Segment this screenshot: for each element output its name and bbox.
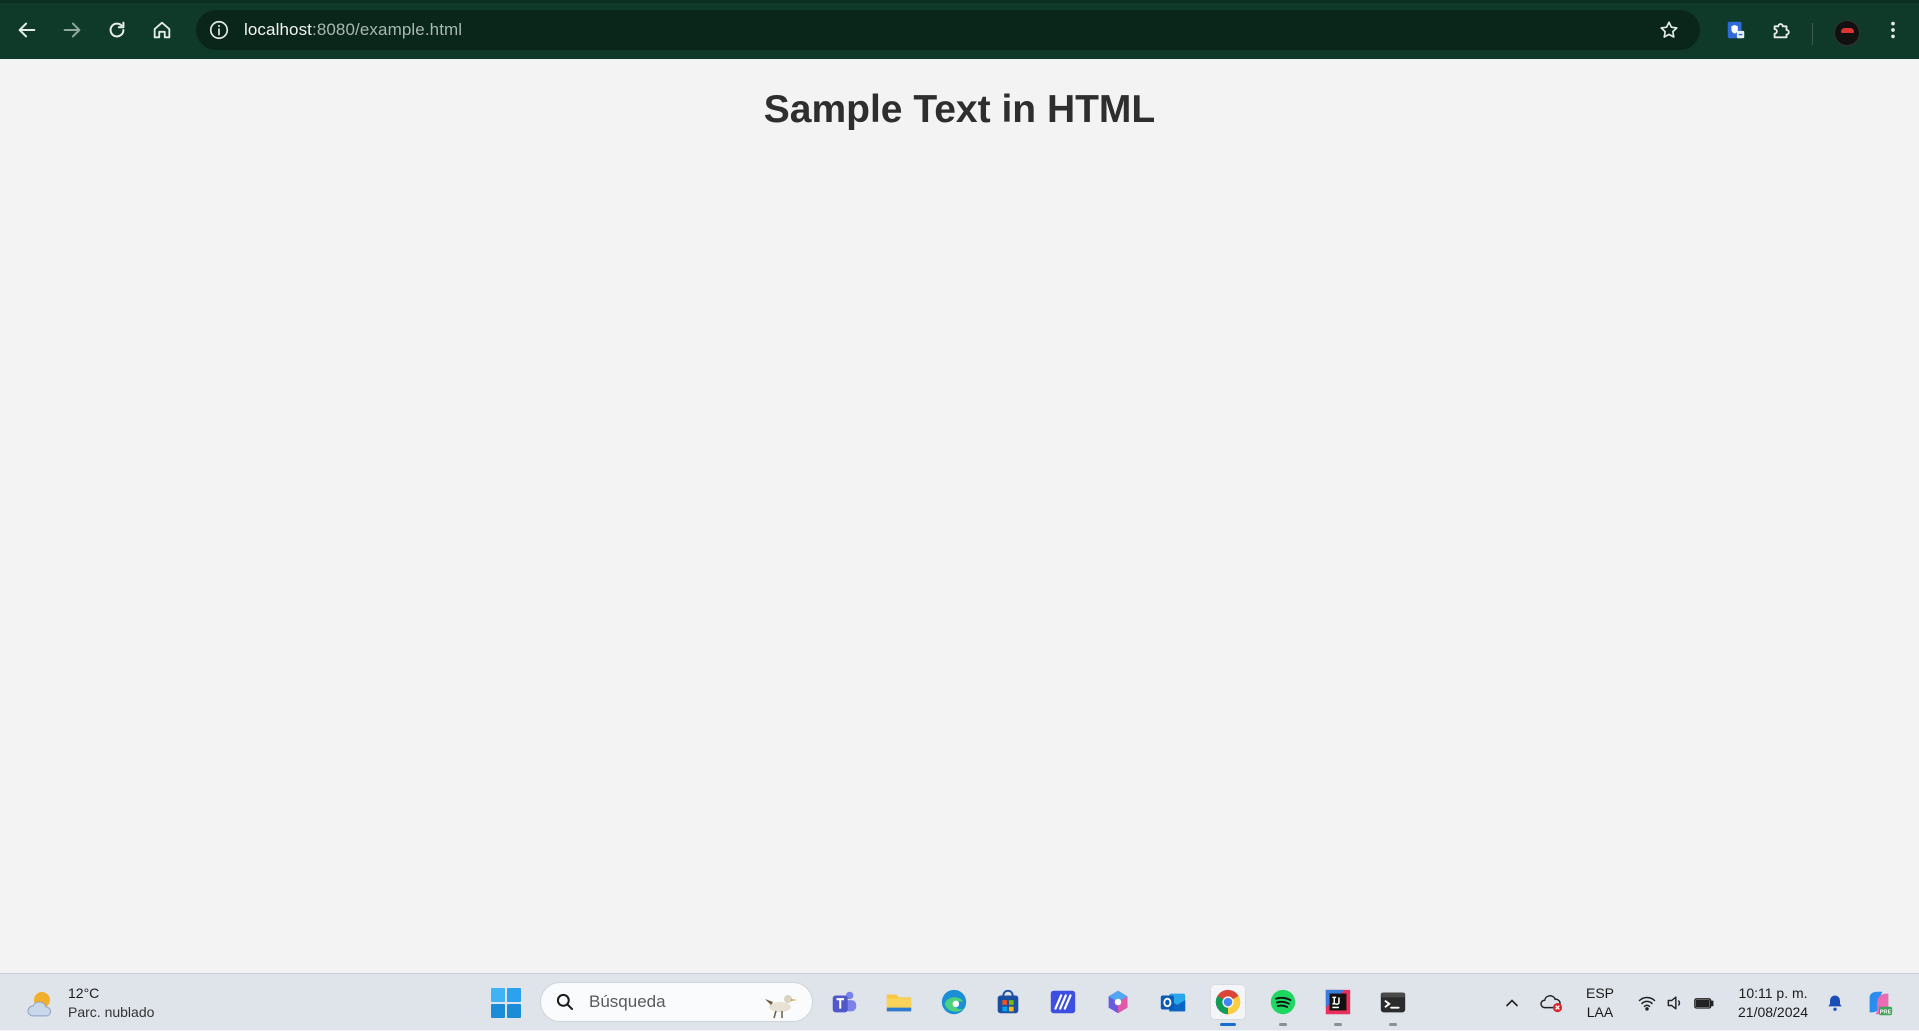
partly-cloudy-icon: [22, 985, 58, 1021]
url-text[interactable]: localhost:8080/example.html: [244, 20, 462, 40]
spotify-icon: [1270, 989, 1296, 1015]
intellij-icon: [1325, 989, 1351, 1015]
volume-icon: [1667, 995, 1681, 1010]
terminal-icon: [1380, 992, 1406, 1013]
page-viewport: Sample Text in HTML: [0, 59, 1919, 973]
url-host: localhost: [244, 20, 312, 39]
battery-icon: [1694, 997, 1714, 1009]
chevron-up-icon: [1506, 998, 1518, 1006]
edge-icon: [941, 989, 967, 1015]
home-icon: [153, 21, 171, 39]
clock-date: 21/08/2024: [1738, 1003, 1809, 1020]
outlook-icon: [1160, 993, 1186, 1012]
wifi-icon: [1638, 996, 1656, 1011]
show-hidden-icons-button[interactable]: [1502, 974, 1522, 1031]
weather-widget[interactable]: 12°C Parc. nublado: [22, 984, 154, 1022]
back-button[interactable]: [9, 12, 45, 48]
folder-icon: [886, 994, 912, 1012]
running-app-indicator: [1334, 1023, 1342, 1026]
browser-toolbar: localhost:8080/example.html: [0, 0, 1919, 59]
windows-taskbar: 12°C Parc. nublado Búsqueda ESP LAA 10:1…: [0, 973, 1919, 1030]
language-code: ESP: [1586, 984, 1615, 1001]
reload-icon: [109, 21, 125, 38]
toolbar-separator: [1812, 23, 1813, 45]
teams-icon: [832, 991, 857, 1013]
active-app-indicator: [1220, 1023, 1236, 1026]
search-placeholder: Búsqueda: [589, 992, 666, 1011]
extensions-puzzle-icon: [1773, 23, 1790, 39]
more-menu-icon: [1891, 21, 1895, 39]
copilot-tray-button[interactable]: PRE: [1864, 974, 1894, 1031]
forward-icon: [63, 22, 81, 38]
taskbar-app-outlook[interactable]: [1155, 984, 1191, 1020]
taskbar-app-copilot[interactable]: [1100, 984, 1136, 1020]
taskbar-app-store[interactable]: [990, 984, 1026, 1020]
notifications-button[interactable]: [1825, 974, 1845, 1031]
home-button[interactable]: [144, 12, 180, 48]
profile-avatar[interactable]: [1834, 20, 1860, 46]
taskbar-app-intellij[interactable]: [1320, 984, 1356, 1026]
taskbar-app-edge[interactable]: [936, 984, 972, 1020]
svg-text:PRE: PRE: [1880, 1009, 1892, 1015]
chrome-icon: [1215, 989, 1241, 1015]
taskbar-app-terminal[interactable]: [1375, 984, 1411, 1026]
taskbar-app-spotify[interactable]: [1265, 984, 1301, 1026]
forward-button[interactable]: [54, 12, 90, 48]
taskbar-search[interactable]: Búsqueda: [540, 982, 813, 1022]
keyboard-layout: LAA: [1586, 1003, 1614, 1020]
weather-temp: 12°C: [68, 985, 100, 1001]
bell-icon: [1828, 995, 1842, 1011]
start-button[interactable]: [491, 988, 521, 1018]
clock-time: 10:11 p. m.: [1738, 984, 1808, 1001]
clock[interactable]: 10:11 p. m. 21/08/2024: [1738, 974, 1808, 1031]
windows-logo-icon: [491, 988, 505, 1002]
extensions-button[interactable]: [1763, 12, 1799, 48]
running-app-indicator: [1279, 1023, 1287, 1026]
network-volume-battery[interactable]: [1637, 974, 1715, 1031]
input-language-indicator[interactable]: ESP LAA: [1586, 974, 1614, 1031]
copilot-icon: [1108, 990, 1128, 1014]
cloud-error-icon: [1540, 994, 1563, 1012]
extension-shield-button[interactable]: [1718, 12, 1754, 48]
url-path: :8080/example.html: [312, 20, 463, 39]
extension-shield-icon: [1727, 21, 1745, 39]
taskbar-app-file-explorer[interactable]: [881, 984, 917, 1020]
taskbar-app-teams[interactable]: [826, 984, 862, 1020]
site-info-icon[interactable]: [208, 19, 230, 41]
onedrive-tray[interactable]: [1540, 974, 1564, 1031]
page-heading: Sample Text in HTML: [763, 88, 1156, 131]
reload-button[interactable]: [99, 12, 135, 48]
back-icon: [18, 22, 36, 38]
copilot-pre-icon: PRE: [1869, 991, 1893, 1015]
weather-description: Parc. nublado: [68, 1004, 155, 1020]
running-app-indicator: [1389, 1023, 1397, 1026]
taskbar-app-chrome[interactable]: [1210, 984, 1246, 1026]
search-icon: [556, 993, 574, 1011]
search-highlight-bird-icon: [765, 995, 797, 1019]
bookmark-star-icon[interactable]: [1658, 19, 1680, 41]
taskbar-app-m[interactable]: [1045, 984, 1081, 1020]
store-icon: [997, 989, 1019, 1014]
more-menu-button[interactable]: [1875, 12, 1911, 48]
app-m-icon: [1050, 990, 1076, 1014]
address-bar[interactable]: localhost:8080/example.html: [196, 10, 1700, 50]
